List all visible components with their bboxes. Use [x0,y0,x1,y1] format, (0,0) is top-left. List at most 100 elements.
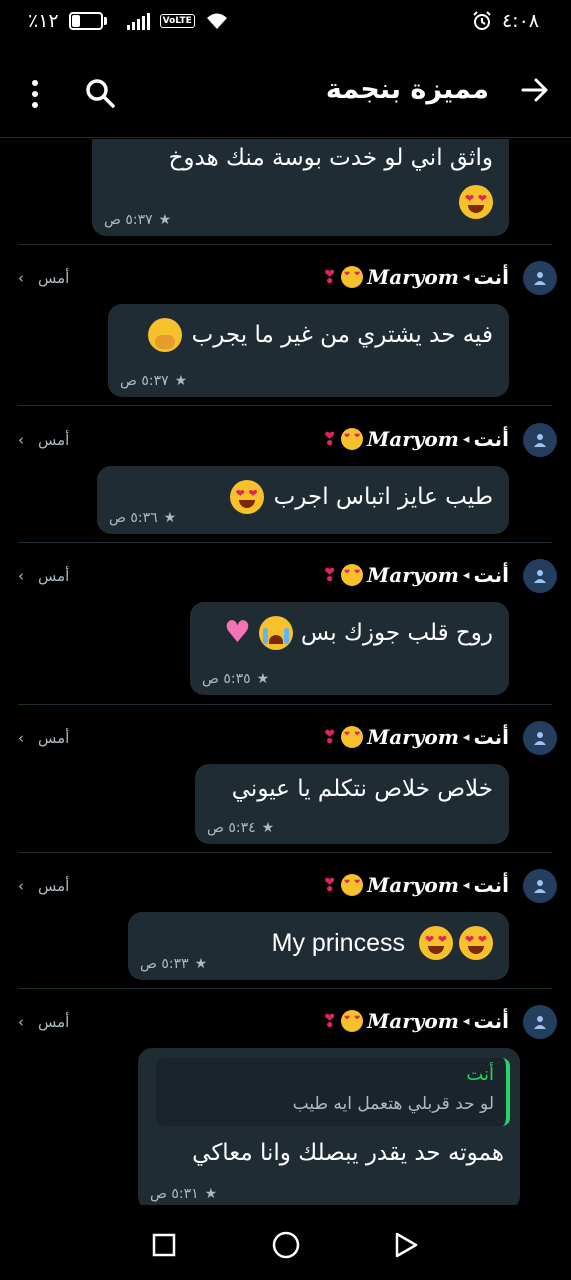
heart-eyes-icon [341,266,364,288]
message-day[interactable]: أمس › [18,729,69,747]
message-bubble[interactable]: واثق اني لو خدت بوسة منك هدوخ ★ ٥:٣٧ ص [92,139,509,236]
search-icon[interactable] [84,77,116,109]
person-icon [534,272,546,285]
message-day[interactable]: أمس › [18,567,69,585]
message-bubble[interactable]: أنت لو حد قربلي هتعمل ايه طيب هموته حد ي… [138,1048,520,1205]
avatar[interactable] [523,869,557,903]
message-meta: ❣ Maryom ◂ أنت أمس › [0,421,571,461]
square-icon[interactable] [152,1233,176,1257]
sender-line: ❣ Maryom ◂ أنت [322,1009,509,1033]
play-left-icon: ◂ [462,269,470,285]
clock: ٤:٠٨ [501,10,539,32]
message-day[interactable]: أمس › [18,877,69,895]
heart-icon: ❣ [322,564,338,586]
divider [18,852,552,853]
message-bubble[interactable]: خلاص خلاص نتكلم يا عيوني ★ ٥:٣٤ ص [195,764,509,844]
message-day[interactable]: أمس › [18,1013,69,1031]
quoted-message[interactable]: أنت لو حد قربلي هتعمل ايه طيب [156,1058,510,1126]
star-icon: ★ [163,510,177,526]
heart-icon: ❣ [322,726,338,748]
star-icon: ★ [174,373,188,389]
message-text: طيب عايز اتباس اجرب [273,484,493,510]
message-bubble[interactable]: فيه حد يشتري من غير ما يجرب ★ ٥:٣٧ ص [108,304,509,397]
heart-eyes-icon [459,185,493,219]
play-left-icon: ◂ [462,877,470,893]
message-meta: ❣ Maryom ◂ أنت أمس › [0,1003,571,1043]
heart-eyes-icon [419,926,453,960]
signal-icon [126,12,150,30]
hand-over-mouth-icon [147,318,182,352]
message-day[interactable]: أمس › [18,431,69,449]
message-meta: ❣ Maryom ◂ أنت أمس › [0,867,571,907]
play-left-icon: ◂ [462,431,470,447]
heart-eyes-icon [341,726,364,748]
status-left: ٪١٢ VoLTE [28,10,229,32]
heart-icon: ❣ [322,874,338,896]
message-text: واثق اني لو خدت بوسة منك هدوخ [168,145,493,171]
avatar[interactable] [523,423,557,457]
page-title: مميزة بنجمة [325,74,489,105]
chevron-icon: › [18,877,24,895]
chevron-icon: › [18,567,24,585]
heart-eyes-icon [341,1010,364,1032]
status-right: ٤:٠٨ [472,10,539,32]
starred-messages-list[interactable]: واثق اني لو خدت بوسة منك هدوخ ★ ٥:٣٧ ص ❣… [0,139,571,1205]
person-icon [534,570,546,583]
heart-eyes-icon [459,926,493,960]
quote-author: أنت [466,1064,494,1085]
message-bubble[interactable]: طيب عايز اتباس اجرب ★ ٥:٣٦ ص [97,466,509,534]
message-meta: ❣ Maryom ◂ أنت أمس › [0,719,571,759]
chevron-icon: › [18,1013,24,1031]
message-bubble[interactable]: My princess ★ ٥:٣٣ ص [128,912,509,980]
sender-line: ❣ Maryom ◂ أنت [322,427,509,451]
system-nav-bar [0,1205,571,1280]
person-icon [534,732,546,745]
heart-icon: ❣ [322,1010,338,1032]
heart-icon: ❣ [322,266,338,288]
chevron-icon: › [18,431,24,449]
circle-icon[interactable] [271,1230,301,1260]
volte-icon: VoLTE [159,14,195,28]
avatar[interactable] [523,1005,557,1039]
avatar[interactable] [523,559,557,593]
chevron-icon: › [18,729,24,747]
avatar[interactable] [523,721,557,755]
divider [18,244,552,245]
sender-line: ❣ Maryom ◂ أنت [322,265,509,289]
heart-eyes-icon [341,428,364,450]
heart-eyes-icon [341,564,364,586]
heart-eyes-icon [341,874,364,896]
pink-heart-icon: ♥ [224,615,251,650]
triangle-back-icon[interactable] [394,1231,420,1259]
message-time: ★ ٥:٣٥ ص [202,671,270,687]
star-icon: ★ [204,1186,218,1202]
sender-line: ❣ Maryom ◂ أنت [322,873,509,897]
alarm-icon [473,11,491,30]
play-left-icon: ◂ [462,1013,470,1029]
heart-icon: ❣ [322,428,338,450]
message-text: هموته حد يقدر يبصلك وانا معاكي [192,1140,504,1166]
message-time: ★ ٥:٣٧ ص [120,373,188,389]
message-meta: ❣ Maryom ◂ أنت أمس › [0,259,571,299]
message-time: ★ ٥:٣٣ ص [140,956,208,972]
play-left-icon: ◂ [462,729,470,745]
star-icon: ★ [194,956,208,972]
star-icon: ★ [158,212,172,228]
message-text: روح قلب جوزك بس [300,620,493,646]
avatar[interactable] [523,261,557,295]
status-bar: ٪١٢ VoLTE ٤:٠٨ [0,0,571,44]
divider [18,542,552,543]
more-vert-icon[interactable] [24,78,46,110]
message-text: فيه حد يشتري من غير ما يجرب [191,322,493,348]
sender-line: ❣ Maryom ◂ أنت [322,725,509,749]
arrow-right-icon[interactable] [519,74,551,106]
message-day[interactable]: أمس › [18,269,69,287]
message-time: ★ ٥:٣١ ص [150,1186,218,1202]
quote-text: لو حد قربلي هتعمل ايه طيب [292,1094,494,1114]
message-bubble[interactable]: روح قلب جوزك بس ♥ ★ ٥:٣٥ ص [190,602,509,695]
chevron-icon: › [18,269,24,287]
chat-header: مميزة بنجمة [0,44,571,138]
message-time: ★ ٥:٣٦ ص [109,510,177,526]
person-icon [534,880,546,893]
heart-eyes-icon [229,480,264,514]
